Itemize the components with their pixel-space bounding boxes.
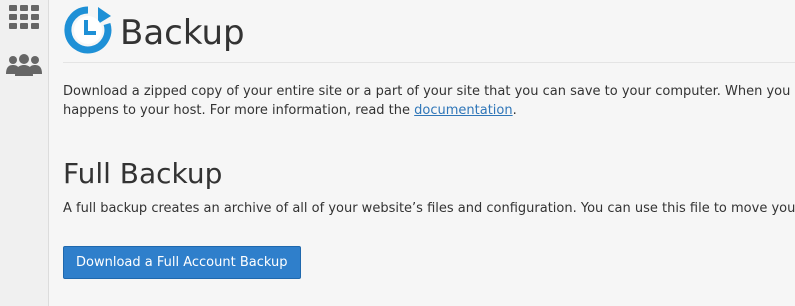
download-full-backup-button[interactable]: Download a Full Account Backup <box>63 246 301 279</box>
sidebar-item-home[interactable] <box>0 0 48 34</box>
sidebar <box>0 0 49 306</box>
intro-text: Download a zipped copy of your entire si… <box>63 82 795 120</box>
main-content: Backup Download a zipped copy of your en… <box>63 0 795 306</box>
intro-line-1: Download a zipped copy of your entire si… <box>63 84 795 99</box>
documentation-link[interactable]: documentation <box>414 103 512 118</box>
backup-clock-icon <box>64 6 112 54</box>
page-title: Backup <box>120 13 245 53</box>
intro-line-2-suffix: . <box>512 103 517 118</box>
page-header: Backup <box>63 4 795 63</box>
full-backup-heading: Full Backup <box>63 157 223 190</box>
sidebar-item-users[interactable] <box>0 48 48 82</box>
intro-line-2: happens to your host. For more informati… <box>63 101 795 120</box>
grid-icon <box>9 5 39 29</box>
full-backup-description: A full backup creates an archive of all … <box>63 201 795 216</box>
intro-line-2-prefix: happens to your host. For more informati… <box>63 103 415 118</box>
users-icon <box>6 54 42 76</box>
